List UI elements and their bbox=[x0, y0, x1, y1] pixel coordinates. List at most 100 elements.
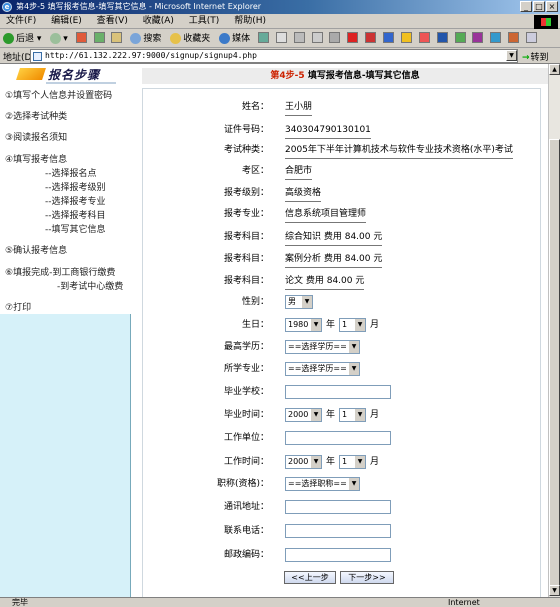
plugin-e-icon[interactable] bbox=[365, 32, 377, 43]
work-month-select[interactable]: 1 ▼ bbox=[339, 455, 367, 469]
substep-major[interactable]: --选择报考专业 bbox=[45, 194, 106, 207]
level-value: 高级资格 bbox=[285, 186, 322, 202]
menu-favorites[interactable]: 收藏(A) bbox=[137, 14, 180, 29]
plugin-globe-icon[interactable] bbox=[508, 32, 520, 43]
favorites-button[interactable]: 收藏夹 bbox=[167, 31, 213, 47]
form-heading: 填写报考信息-填写其它信息 bbox=[307, 71, 420, 81]
vertical-scrollbar[interactable]: ▲ ▼ bbox=[548, 64, 560, 597]
month-unit: 月 bbox=[370, 457, 380, 467]
major-label: 报考专业： bbox=[223, 209, 269, 219]
menu-edit[interactable]: 编辑(E) bbox=[45, 14, 88, 29]
chevron-down-icon: ▼ bbox=[354, 456, 366, 468]
phone-input[interactable] bbox=[285, 524, 391, 538]
menu-view[interactable]: 查看(V) bbox=[91, 14, 134, 29]
row-major-studied: 所学专业： ==选择学历== ▼ bbox=[142, 362, 541, 384]
plugin-v-icon[interactable] bbox=[347, 32, 359, 43]
bookmark-icon bbox=[16, 68, 46, 80]
ie-logo-icon: e bbox=[2, 2, 12, 12]
birth-year-select[interactable]: 1980 ▼ bbox=[285, 318, 322, 332]
name-value: 王小朋 bbox=[285, 100, 313, 116]
step-4[interactable]: ④填写报考信息 bbox=[5, 152, 67, 165]
plugin-yahoo-icon[interactable] bbox=[472, 32, 484, 43]
major-studied-select[interactable]: ==选择学历== ▼ bbox=[285, 362, 360, 376]
row-name: 姓名： 王小朋 bbox=[142, 100, 541, 122]
school-input[interactable] bbox=[285, 385, 391, 399]
stop-icon[interactable] bbox=[75, 32, 87, 43]
substep-level[interactable]: --选择报考级别 bbox=[45, 180, 106, 193]
menu-file[interactable]: 文件(F) bbox=[0, 14, 42, 29]
phone-label: 联系电话： bbox=[223, 526, 269, 536]
substep-other[interactable]: --填写其它信息 bbox=[45, 222, 106, 235]
close-button[interactable]: × bbox=[546, 1, 558, 12]
birthday-label: 生日： bbox=[241, 320, 269, 330]
plugin-b-icon[interactable] bbox=[383, 32, 395, 43]
education-label: 最高学历： bbox=[223, 342, 269, 352]
subject-value-2: 案例分析 费用 84.00 元 bbox=[285, 252, 383, 268]
prev-step-button[interactable]: <<上一步 bbox=[284, 571, 336, 584]
search-button[interactable]: 搜索 bbox=[127, 31, 164, 47]
minimize-button[interactable]: _ bbox=[520, 1, 532, 12]
scroll-down-icon[interactable]: ▼ bbox=[549, 585, 560, 596]
chevron-down-icon: ▼ bbox=[310, 319, 321, 331]
maximize-button[interactable]: □ bbox=[533, 1, 545, 12]
education-select[interactable]: ==选择学历== ▼ bbox=[285, 340, 360, 354]
menu-tools[interactable]: 工具(T) bbox=[183, 14, 226, 29]
zip-input[interactable] bbox=[285, 548, 391, 562]
step-6[interactable]: ⑥填报完成-到工商银行缴费 bbox=[5, 265, 115, 278]
row-school: 毕业学校： bbox=[142, 385, 541, 407]
media-icon bbox=[219, 33, 231, 44]
plugin-star-icon[interactable] bbox=[454, 32, 466, 43]
media-button[interactable]: 媒体 bbox=[216, 31, 253, 47]
next-step-button[interactable]: 下一步>> bbox=[340, 571, 394, 584]
step-2[interactable]: ②选择考试种类 bbox=[5, 109, 67, 122]
print-icon[interactable] bbox=[293, 32, 305, 43]
step-6-alt[interactable]: -到考试中心缴费 bbox=[57, 279, 123, 292]
gender-select[interactable]: 男 ▼ bbox=[285, 295, 313, 309]
grad-month-select[interactable]: 1 ▼ bbox=[339, 408, 367, 422]
work-year-select[interactable]: 2000 ▼ bbox=[285, 455, 322, 469]
home-icon[interactable] bbox=[111, 32, 123, 43]
birth-month-select[interactable]: 1 ▼ bbox=[339, 318, 367, 332]
address-field-input[interactable] bbox=[285, 500, 391, 514]
discuss-icon[interactable] bbox=[329, 32, 341, 43]
plugin-smile-icon[interactable] bbox=[400, 32, 412, 43]
refresh-icon[interactable] bbox=[93, 32, 105, 43]
substep-location[interactable]: --选择报名点 bbox=[45, 166, 97, 179]
step-5[interactable]: ⑤确认报考信息 bbox=[5, 243, 67, 256]
scroll-up-icon[interactable]: ▲ bbox=[549, 64, 560, 75]
back-button[interactable]: 后退 ▾ bbox=[0, 31, 44, 47]
subject-label-1: 报考科目： bbox=[223, 232, 269, 242]
address-dropdown-icon[interactable]: ▼ bbox=[506, 50, 517, 61]
grad-year-select[interactable]: 2000 ▼ bbox=[285, 408, 322, 422]
windows-logo-icon bbox=[534, 15, 558, 29]
go-button[interactable]: 转到 bbox=[522, 50, 549, 63]
education-value: ==选择学历== bbox=[288, 342, 347, 351]
major-studied-label: 所学专业： bbox=[223, 364, 269, 374]
step-1[interactable]: ①填写个人信息并设置密码 bbox=[5, 88, 112, 101]
title-select[interactable]: ==选择职称== ▼ bbox=[285, 477, 360, 491]
scroll-thumb[interactable] bbox=[549, 139, 560, 594]
plugin-flower-icon[interactable] bbox=[418, 32, 430, 43]
month-unit: 月 bbox=[370, 410, 380, 420]
row-id: 证件号码： 340304790130101 bbox=[142, 123, 541, 145]
row-region: 考区： 合肥市 bbox=[142, 164, 541, 186]
menu-help[interactable]: 帮助(H) bbox=[228, 14, 272, 29]
subject-value-1: 综合知识 费用 84.00 元 bbox=[285, 230, 383, 246]
region-label: 考区： bbox=[241, 166, 269, 176]
step-7[interactable]: ⑦打印 bbox=[5, 300, 31, 313]
forward-arrow-icon bbox=[50, 33, 62, 44]
row-subject-1: 报考科目： 综合知识 费用 84.00 元 bbox=[142, 230, 541, 252]
work-unit-input[interactable] bbox=[285, 431, 391, 445]
plugin-fish-icon[interactable] bbox=[490, 32, 502, 43]
row-birthday: 生日： 1980 ▼ 年 1 ▼ 月 bbox=[142, 318, 541, 340]
address-input[interactable]: http://61.132.222.97:9000/signup/signup4… bbox=[30, 49, 518, 63]
forward-button[interactable]: ▾ bbox=[47, 31, 71, 47]
edit-icon[interactable] bbox=[311, 32, 323, 43]
mail-icon[interactable] bbox=[275, 32, 287, 43]
step-3[interactable]: ③阅读报名须知 bbox=[5, 130, 67, 143]
plugin-window-icon[interactable] bbox=[526, 32, 538, 43]
history-icon[interactable] bbox=[257, 32, 269, 43]
plugin-check-icon[interactable] bbox=[436, 32, 448, 43]
status-text: 完毕 bbox=[12, 598, 28, 607]
substep-subject[interactable]: --选择报考科目 bbox=[45, 208, 106, 221]
